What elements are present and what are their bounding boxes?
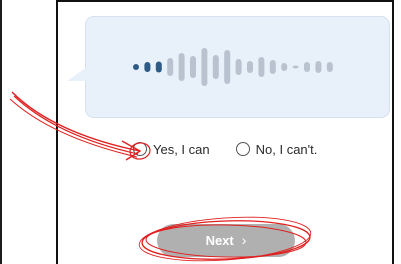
radio-no-label[interactable]: No, I can't. — [256, 142, 318, 157]
answer-options: Yes, I can No, I can't. — [133, 139, 317, 159]
bubble-tail — [67, 67, 87, 81]
audio-bubble[interactable] — [85, 16, 390, 118]
left-border-line — [0, 0, 2, 264]
radio-no[interactable]: No, I can't. — [235, 142, 318, 157]
radio-yes-label[interactable]: Yes, I can — [153, 142, 210, 157]
radio-no-circle[interactable] — [235, 142, 250, 156]
next-button[interactable]: Next › — [157, 224, 295, 257]
radio-yes-circle[interactable] — [133, 142, 147, 156]
radio-yes[interactable]: Yes, I can — [133, 142, 210, 157]
chevron-right-icon: › — [241, 232, 247, 248]
next-button-label: Next — [205, 233, 234, 248]
